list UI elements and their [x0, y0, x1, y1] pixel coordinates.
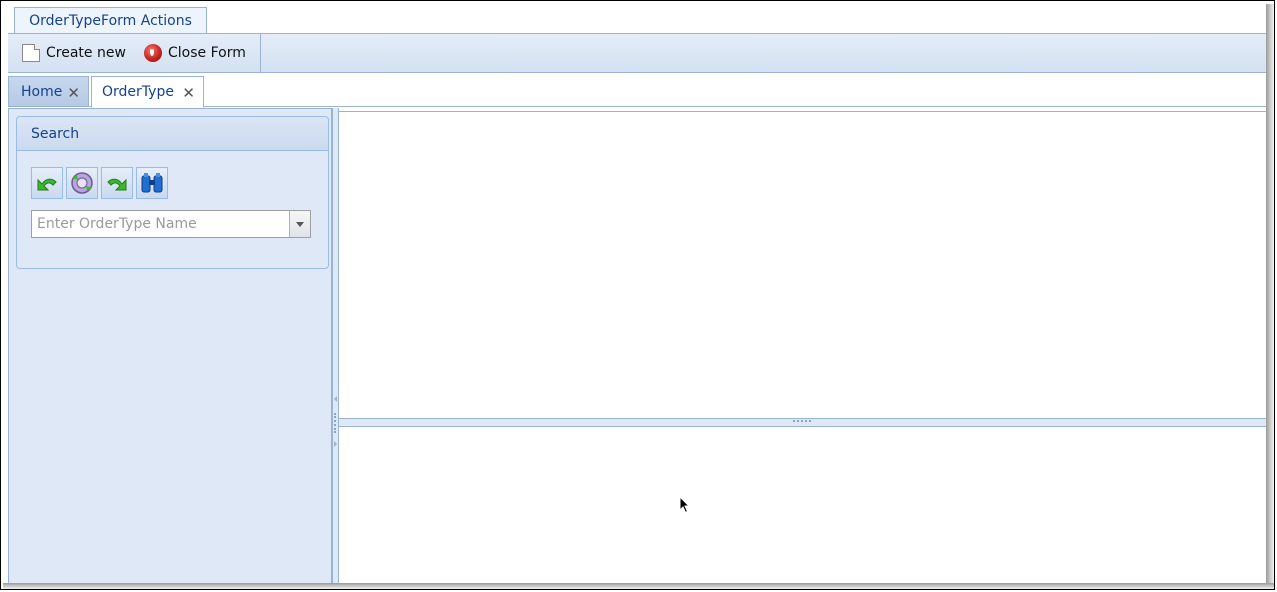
- horizontal-splitter[interactable]: [339, 418, 1267, 427]
- create-new-label: Create new: [46, 45, 126, 61]
- undo-arrow-icon: [37, 178, 57, 191]
- expand-left-icon[interactable]: [334, 441, 337, 447]
- tab-home[interactable]: Home ✕: [8, 76, 89, 107]
- ribbon-tab-ordertypeform-actions[interactable]: OrderTypeForm Actions: [14, 7, 207, 34]
- ribbon-toolbar: Create new Close Form: [8, 33, 1267, 73]
- left-panel: Search: [8, 108, 332, 588]
- close-form-button[interactable]: Close Form: [144, 42, 246, 64]
- ordertype-name-combobox[interactable]: [31, 210, 311, 238]
- window-shadow-right: [1266, 4, 1274, 588]
- tab-ordertype-label: OrderType: [102, 84, 174, 100]
- tab-home-label: Home: [21, 83, 63, 100]
- back-button[interactable]: [31, 167, 63, 199]
- refresh-button[interactable]: [66, 167, 98, 199]
- content-pane-top: [339, 111, 1267, 418]
- window-shadow-bottom: [3, 583, 1274, 589]
- new-document-icon: [22, 44, 40, 62]
- ordertype-name-input[interactable]: [32, 211, 282, 237]
- search-fieldset: Search: [16, 116, 329, 269]
- binoculars-icon: [141, 173, 163, 193]
- app-window: OrderTypeForm Actions Create new Close F…: [0, 0, 1275, 590]
- power-off-icon: [144, 44, 162, 62]
- collapse-left-icon[interactable]: [334, 396, 337, 402]
- find-button[interactable]: [136, 167, 168, 199]
- splitter-grip-icon: [793, 420, 811, 424]
- close-icon[interactable]: ✕: [182, 84, 195, 102]
- search-title: Search: [17, 117, 328, 151]
- tab-ordertype[interactable]: OrderType ✕: [91, 76, 204, 108]
- content-pane-bottom: [339, 427, 1267, 588]
- vertical-splitter[interactable]: [332, 108, 339, 588]
- close-form-label: Close Form: [168, 45, 246, 61]
- mouse-cursor-icon: [679, 496, 691, 514]
- create-new-button[interactable]: Create new: [22, 42, 126, 64]
- dropdown-trigger-icon[interactable]: [289, 211, 310, 237]
- ribbon-group-actions: Create new Close Form: [8, 34, 261, 72]
- close-icon[interactable]: ✕: [67, 84, 80, 102]
- document-tab-strip: Home ✕ OrderType ✕: [8, 74, 1267, 108]
- ribbon-tab-strip: OrderTypeForm Actions: [8, 4, 1267, 34]
- forward-button[interactable]: [101, 167, 133, 199]
- refresh-icon: [71, 172, 93, 194]
- redo-arrow-icon: [107, 178, 127, 191]
